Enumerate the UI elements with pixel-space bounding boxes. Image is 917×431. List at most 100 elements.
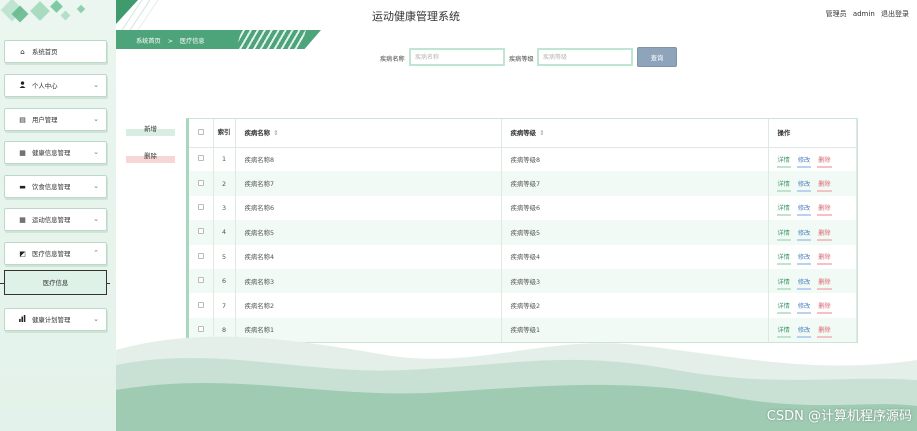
level-header[interactable]: 疾病等级 ⇕ xyxy=(501,119,769,148)
sort-icon[interactable]: ⇕ xyxy=(539,129,544,137)
detail-button[interactable]: 详情 xyxy=(776,301,792,315)
row-checkbox[interactable] xyxy=(197,277,204,284)
edit-button[interactable]: 修改 xyxy=(796,277,812,290)
row-index: 5 xyxy=(213,244,236,269)
sidebar-item-label: 饮食信息管理 xyxy=(32,183,71,191)
home-icon: ⌂ xyxy=(20,47,25,56)
delete-button[interactable]: 删除 xyxy=(817,228,833,241)
delete-button[interactable]: 删除 xyxy=(817,203,833,217)
sort-icon[interactable]: ⇕ xyxy=(273,129,278,137)
detail-button[interactable]: 详情 xyxy=(776,252,792,266)
edit-button[interactable]: 修改 xyxy=(796,179,812,193)
row-checkbox-cell[interactable] xyxy=(189,293,214,318)
user-role: 管理员 xyxy=(825,10,847,18)
row-checkbox-cell[interactable] xyxy=(189,244,214,269)
detail-button[interactable]: 详情 xyxy=(776,277,792,290)
query-button[interactable]: 查询 xyxy=(637,47,677,67)
disease-name-input[interactable] xyxy=(409,48,505,66)
chart-box-icon: ◩ xyxy=(19,249,26,258)
row-checkbox-cell[interactable] xyxy=(189,147,214,172)
sidebar-item-label: 健康计划管理 xyxy=(32,316,71,324)
row-checkbox[interactable] xyxy=(197,301,204,308)
row-operations: 详情 修改 删除 xyxy=(768,171,857,196)
row-operations: 详情 修改 删除 xyxy=(768,220,857,245)
sidebar-item-health-info[interactable]: ▦ 健康信息管理 ⌄ xyxy=(4,141,107,164)
table-header-row: 索引 疾病名称 ⇕ 疾病等级 ⇕ 操作 xyxy=(189,119,857,148)
row-disease-name: 疾病名称3 xyxy=(235,268,502,294)
sidebar-item-exercise-info[interactable]: ▦ 运动信息管理 ⌄ xyxy=(4,208,107,231)
chevron-down-icon: ⌄ xyxy=(93,315,99,323)
person-icon xyxy=(18,81,27,90)
row-disease-level: 疾病等级4 xyxy=(501,244,769,269)
row-operations: 详情 修改 删除 xyxy=(768,268,857,294)
row-operations: 详情 修改 删除 xyxy=(768,293,857,318)
edit-button[interactable]: 修改 xyxy=(796,252,812,266)
row-index: 1 xyxy=(213,147,236,172)
row-checkbox-cell[interactable] xyxy=(189,171,214,196)
row-disease-level: 疾病等级8 xyxy=(501,147,769,172)
delete-button[interactable]: 删除 xyxy=(817,301,833,315)
breadcrumb-home[interactable]: 系统首页 xyxy=(136,38,161,45)
row-checkbox[interactable] xyxy=(197,228,204,235)
row-operations: 详情 修改 删除 xyxy=(768,195,857,221)
delete-button[interactable]: 删除 xyxy=(817,179,833,193)
delete-button[interactable]: 删除 xyxy=(817,277,833,290)
delete-button[interactable]: 删除 xyxy=(817,155,833,168)
row-checkbox-cell[interactable] xyxy=(189,220,214,245)
watermark: CSDN @计算机程序源码 xyxy=(766,409,912,424)
row-disease-level: 疾病等级7 xyxy=(501,171,769,196)
table-row: 3 疾病名称6 疾病等级6 详情 修改 删除 xyxy=(189,195,857,221)
edit-button[interactable]: 修改 xyxy=(796,228,812,241)
chevron-up-icon: ⌃ xyxy=(93,249,99,257)
edit-button[interactable]: 修改 xyxy=(796,155,812,168)
sidebar-item-label: 运动信息管理 xyxy=(32,216,71,224)
sidebar-item-home[interactable]: ⌂ 系统首页 xyxy=(4,40,107,63)
add-button-label: 新增 xyxy=(144,125,157,133)
row-disease-name: 疾病名称7 xyxy=(235,171,502,196)
breadcrumb-stripes xyxy=(236,30,306,49)
sidebar-subitem-medical-info[interactable]: 医疗信息 xyxy=(4,270,107,295)
table-row: 2 疾病名称7 疾病等级7 详情 修改 删除 xyxy=(189,171,857,196)
chevron-down-icon: ⌄ xyxy=(93,148,99,156)
sidebar-item-personal-center[interactable]: 个人中心 ⌄ xyxy=(4,74,107,97)
sidebar-item-user-management[interactable]: ▤ 用户管理 ⌄ xyxy=(4,108,107,131)
row-index: 7 xyxy=(213,293,236,318)
add-button[interactable]: 新增 xyxy=(126,124,175,136)
row-operations: 详情 修改 删除 xyxy=(768,244,857,269)
bar-chart-icon xyxy=(18,315,27,324)
detail-button[interactable]: 详情 xyxy=(776,155,792,168)
row-checkbox-cell[interactable] xyxy=(189,268,214,294)
select-all-checkbox[interactable] xyxy=(197,128,204,135)
sidebar-item-diet-info[interactable]: ▬ 饮食信息管理 ⌄ xyxy=(4,175,107,198)
detail-button[interactable]: 详情 xyxy=(776,228,792,241)
sidebar-item-medical-info[interactable]: ◩ 医疗信息管理 ⌃ xyxy=(4,242,107,265)
disease-level-label: 疾病等级 xyxy=(509,56,534,63)
batch-delete-button[interactable]: 删除 xyxy=(126,151,175,163)
chevron-down-icon: ⌄ xyxy=(93,215,99,223)
delete-button[interactable]: 删除 xyxy=(817,252,833,266)
edit-button[interactable]: 修改 xyxy=(796,203,812,217)
select-all-header[interactable] xyxy=(189,119,214,148)
edit-button[interactable]: 修改 xyxy=(796,301,812,315)
row-checkbox[interactable] xyxy=(197,155,204,162)
row-checkbox-cell[interactable] xyxy=(189,195,214,221)
logout-link[interactable]: 退出登录 xyxy=(881,10,909,18)
table-row: 1 疾病名称8 疾病等级8 详情 修改 删除 xyxy=(189,147,857,172)
ops-header: 操作 xyxy=(768,119,857,148)
disease-level-input[interactable] xyxy=(537,48,633,66)
disease-name-label: 疾病名称 xyxy=(380,56,405,63)
detail-button[interactable]: 详情 xyxy=(776,203,792,217)
sidebar-item-health-plan[interactable]: 健康计划管理 ⌄ xyxy=(4,308,107,331)
row-checkbox[interactable] xyxy=(197,252,204,259)
table-row: 4 疾病名称5 疾病等级5 详情 修改 删除 xyxy=(189,220,857,245)
grid-icon: ▦ xyxy=(19,148,26,157)
sidebar-item-label: 用户管理 xyxy=(32,116,58,124)
row-checkbox[interactable] xyxy=(197,203,204,210)
chevron-down-icon: ⌄ xyxy=(93,81,99,89)
document-icon: ▤ xyxy=(19,115,26,124)
name-header[interactable]: 疾病名称 ⇕ xyxy=(235,119,502,148)
briefcase-icon: ▬ xyxy=(19,182,26,191)
level-header-label: 疾病等级 xyxy=(510,129,537,138)
row-checkbox[interactable] xyxy=(197,179,204,186)
detail-button[interactable]: 详情 xyxy=(776,179,792,193)
